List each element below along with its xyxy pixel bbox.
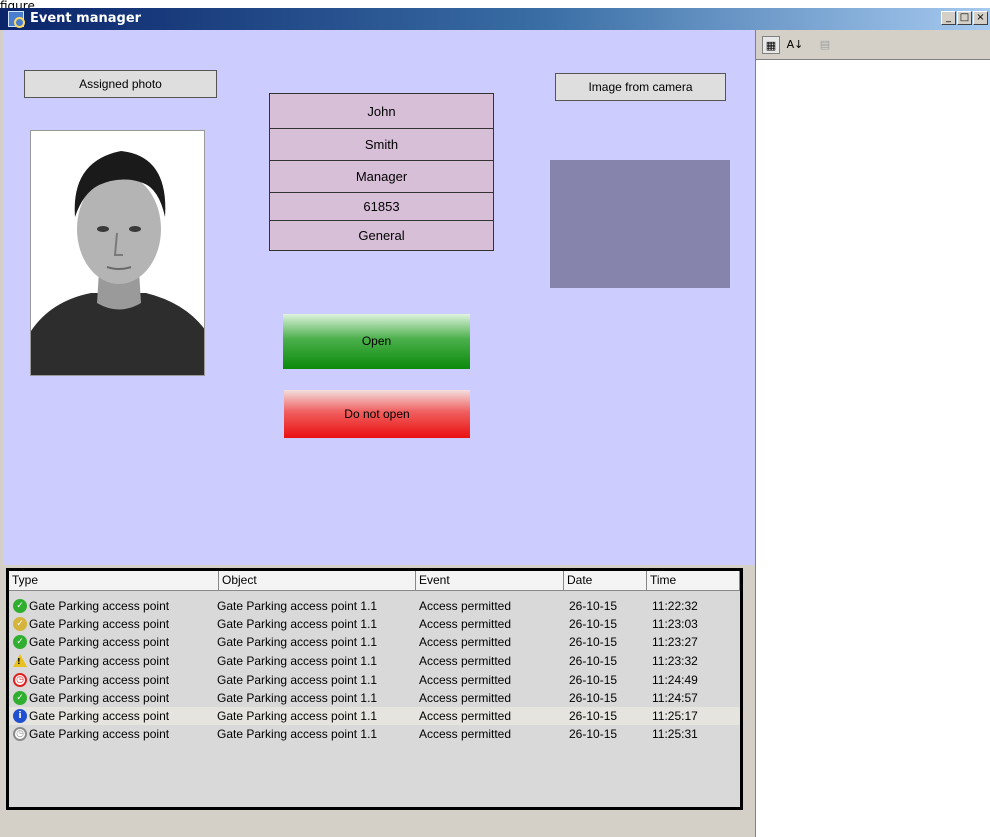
cell-date: 26-10-15: [569, 654, 618, 668]
cell-type: Gate Parking access point: [29, 599, 170, 613]
cell-event: Access permitted: [419, 727, 512, 741]
table-row[interactable]: ◷ Gate Parking access point Gate Parking a…: [9, 725, 740, 743]
properties-panel: [755, 30, 990, 837]
cell-time: 11:24:49: [652, 673, 698, 687]
cell-date: 26-10-15: [569, 617, 618, 631]
check-icon: ✓: [13, 617, 27, 631]
cell-event: Access permitted: [419, 691, 512, 705]
cell-object: Gate Parking access point 1.1: [217, 635, 378, 649]
person-portrait-icon: [31, 131, 204, 375]
cell-object: Gate Parking access point 1.1: [217, 599, 378, 613]
column-header-time[interactable]: Time: [647, 571, 740, 591]
clock-icon: ◷: [13, 727, 27, 741]
cell-event: Access permitted: [419, 599, 512, 613]
cell-time: 11:24:57: [652, 691, 698, 705]
image-from-camera-label: Image from camera: [555, 73, 726, 101]
cell-date: 26-10-15: [569, 709, 618, 723]
property-pages-icon[interactable]: ▤: [816, 36, 834, 54]
table-row[interactable]: ✓ Gate Parking access point Gate Parking a…: [9, 615, 740, 633]
event-list[interactable]: Type Object Event Date Time ✓ Gate Parkin…: [6, 568, 743, 810]
position-field: Manager: [270, 161, 493, 193]
event-manager-icon: [8, 11, 25, 28]
check-icon: ✓: [13, 691, 27, 705]
cell-type: Gate Parking access point: [29, 727, 170, 741]
cell-time: 11:23:32: [652, 654, 698, 668]
id-field: 61853: [270, 193, 493, 221]
cell-type: Gate Parking access point: [29, 709, 170, 723]
cell-object: Gate Parking access point 1.1: [217, 709, 378, 723]
cell-type: Gate Parking access point: [29, 617, 170, 631]
last-name-field: Smith: [270, 129, 493, 161]
cell-time: 11:23:03: [652, 617, 698, 631]
table-row[interactable]: i Gate Parking access point Gate Parking a…: [9, 707, 740, 725]
properties-toolbar: ▦ A↓ ▤: [756, 30, 990, 60]
table-row[interactable]: ! Gate Parking access point Gate Parking a…: [9, 652, 740, 670]
cell-time: 11:25:31: [652, 727, 698, 741]
cell-event: Access permitted: [419, 654, 512, 668]
cell-time: 11:25:17: [652, 709, 698, 723]
assigned-photo-label: Assigned photo: [24, 70, 217, 98]
minimize-button[interactable]: _: [941, 11, 956, 25]
window-title: Event manager: [30, 11, 142, 26]
cell-date: 26-10-15: [569, 635, 618, 649]
info-icon: i: [13, 709, 27, 723]
cell-event: Access permitted: [419, 709, 512, 723]
alarm-clock-icon: ◷: [13, 673, 27, 687]
cell-date: 26-10-15: [569, 599, 618, 613]
cell-object: Gate Parking access point 1.1: [217, 654, 378, 668]
first-name-field: John: [270, 94, 493, 129]
cell-event: Access permitted: [419, 635, 512, 649]
warning-icon: !: [13, 654, 27, 667]
cell-type: Gate Parking access point: [29, 654, 170, 668]
cell-object: Gate Parking access point 1.1: [217, 727, 378, 741]
cell-event: Access permitted: [419, 617, 512, 631]
table-row[interactable]: ✓ Gate Parking access point Gate Parking a…: [9, 633, 740, 651]
department-field: General: [358, 228, 405, 243]
cell-date: 26-10-15: [569, 691, 618, 705]
maximize-button[interactable]: □: [957, 11, 972, 25]
cell-date: 26-10-15: [569, 727, 618, 741]
sort-alphabetical-icon[interactable]: A↓: [786, 36, 804, 54]
cell-event: Access permitted: [419, 673, 512, 687]
close-button[interactable]: ×: [973, 11, 988, 25]
cell-type: Gate Parking access point: [29, 673, 170, 687]
window-titlebar[interactable]: Event manager _ □ ×: [0, 8, 990, 30]
cell-object: Gate Parking access point 1.1: [217, 673, 378, 687]
person-info-box: John Smith Manager 61853 General: [269, 93, 494, 251]
cell-date: 26-10-15: [569, 673, 618, 687]
column-header-type[interactable]: Type: [9, 571, 219, 591]
camera-image: [550, 160, 730, 288]
do-not-open-button[interactable]: Do not open: [284, 390, 470, 438]
cell-time: 11:22:32: [652, 599, 698, 613]
table-row[interactable]: ◷ Gate Parking access point Gate Parking a…: [9, 671, 740, 689]
open-button[interactable]: Open: [283, 314, 470, 369]
assigned-photo: [30, 130, 205, 376]
column-header-event[interactable]: Event: [416, 571, 564, 591]
cell-time: 11:23:27: [652, 635, 698, 649]
column-header-date[interactable]: Date: [564, 571, 647, 591]
cell-type: Gate Parking access point: [29, 691, 170, 705]
cell-type: Gate Parking access point: [29, 635, 170, 649]
check-icon: ✓: [13, 635, 27, 649]
column-header-object[interactable]: Object: [219, 571, 416, 591]
check-icon: ✓: [13, 599, 27, 613]
cell-object: Gate Parking access point 1.1: [217, 691, 378, 705]
table-row[interactable]: ✓ Gate Parking access point Gate Parking a…: [9, 597, 740, 615]
table-row[interactable]: ✓ Gate Parking access point Gate Parking a…: [9, 689, 740, 707]
categorized-view-icon[interactable]: ▦: [762, 36, 780, 54]
cell-object: Gate Parking access point 1.1: [217, 617, 378, 631]
